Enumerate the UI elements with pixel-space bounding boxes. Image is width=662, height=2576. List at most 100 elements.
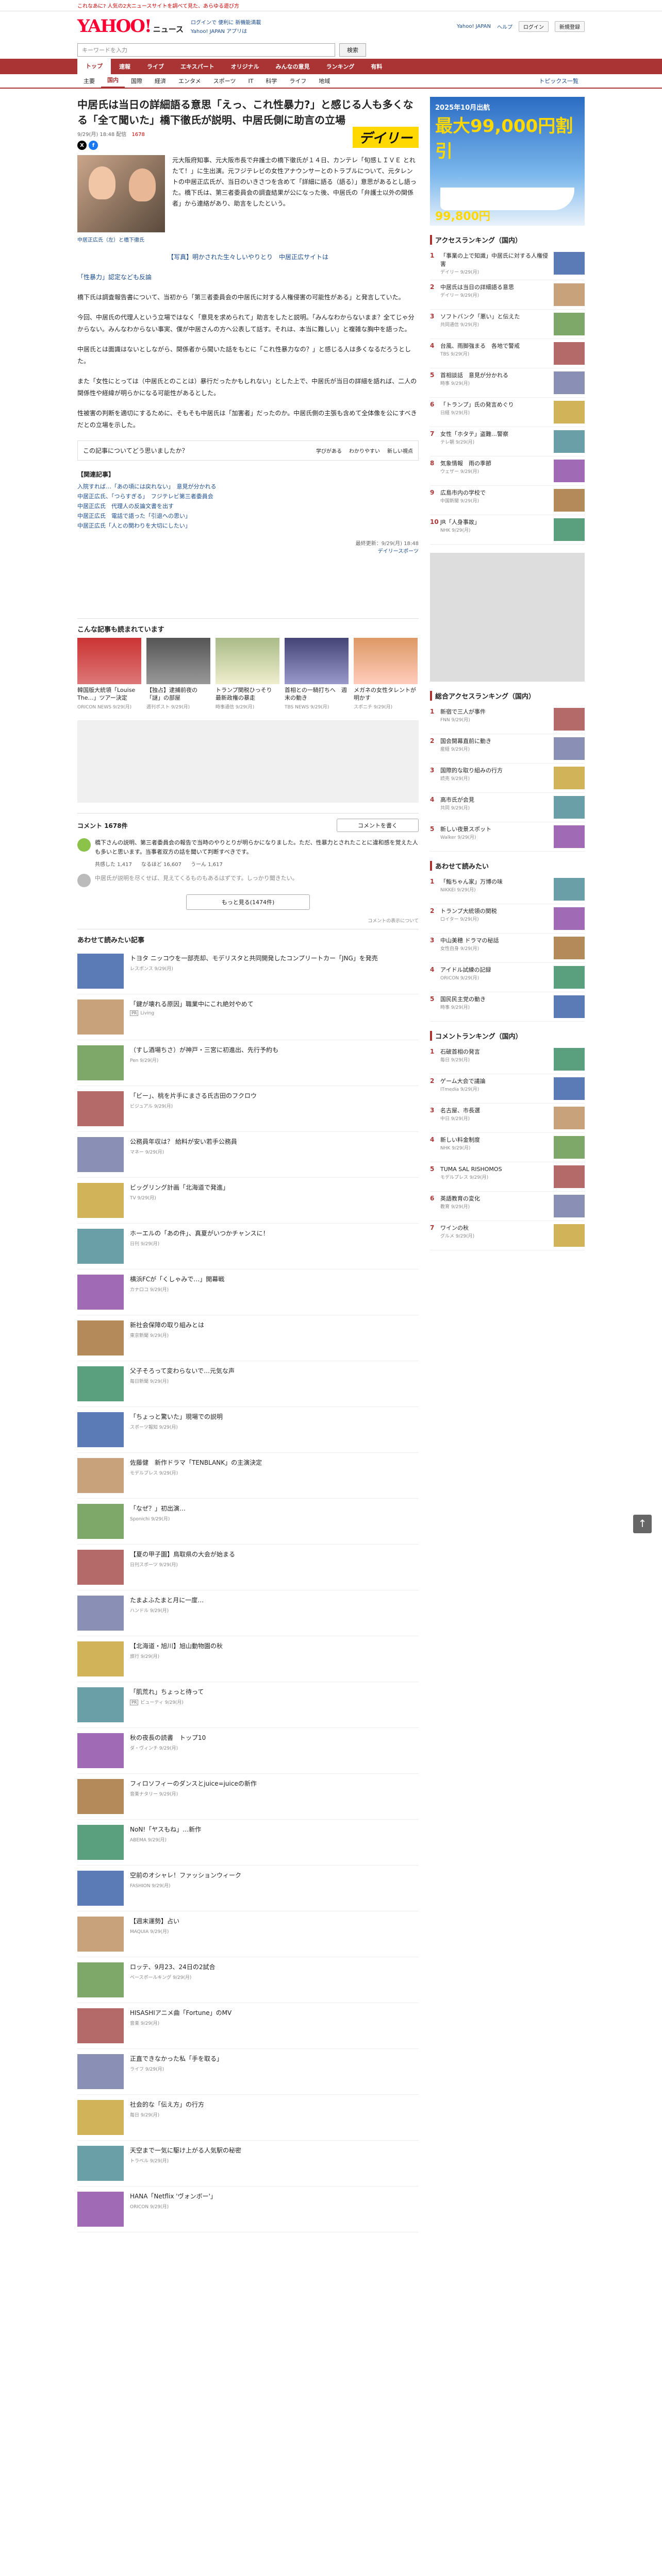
feed-item[interactable]: たまよふたまと月に一度… ハンドル 9/29(月) <box>77 1590 419 1636</box>
feed-item[interactable]: 社会的な「伝え方」の行方 毎日 9/29(月) <box>77 2095 419 2141</box>
cruise-ad[interactable]: 2025年10月出航 最大99,000円割引 99,800円 <box>430 97 585 226</box>
ranking-item[interactable]: 6 英語教育の変化 教育 9/29(月) <box>430 1192 585 1221</box>
ranking-item[interactable]: 3 ソフトバンク「悪い」と伝えた 共同通信 9/29(月) <box>430 310 585 339</box>
login-button[interactable]: ログイン <box>519 21 549 32</box>
feed-item[interactable]: ホーエルの「あの件」、真夏がいつかチャンスに！ 日刊 9/29(月) <box>77 1224 419 1269</box>
ranking-item[interactable]: 2 国会開幕直前に動き 産経 9/29(月) <box>430 734 585 764</box>
react-insight-button[interactable]: なるほど 16,607 <box>141 860 181 868</box>
topics-list-link[interactable]: トピックス一覧 <box>533 77 585 85</box>
gnav-item[interactable]: 速報 <box>111 62 139 71</box>
feed-item[interactable]: 横浜FCが「くしゃみで…」開幕戦 カナロコ 9/29(月) <box>77 1269 419 1315</box>
sub-link[interactable]: 「性暴力」認定なども反論 <box>77 272 419 283</box>
ranking-item[interactable]: 6 「トランプ」氏の発言めぐり 日経 9/29(月) <box>430 398 585 427</box>
yahoo-logo[interactable]: YAHOO! ニュース <box>77 16 184 37</box>
comment-note-link[interactable]: コメントの表示について <box>77 917 419 924</box>
tab-category[interactable]: 国際 <box>125 77 148 85</box>
ranking-item[interactable]: 7 女性「ホタテ」盗難…警察 テレ朝 9/29(月) <box>430 427 585 456</box>
search-input[interactable]: キーワードを入力 <box>77 43 335 57</box>
pickup-card[interactable]: 韓国版大統領「Louise The…」ツアー決定 ORICON NEWS 9/29… <box>77 638 141 710</box>
tab-category[interactable]: ライフ <box>283 77 312 85</box>
related-link[interactable]: 中居正広氏、「つらすぎる」 フジテレビ第三者委員会 <box>77 492 419 501</box>
help-link[interactable]: ヘルプ <box>497 23 512 30</box>
yahoo-top-link[interactable]: Yahoo! JAPAN <box>457 24 491 29</box>
top-notice[interactable]: これなあに? 人気の2大ニュースサイトを調べて見た、あらゆる遊び方 <box>0 0 662 11</box>
facebook-share-icon[interactable]: f <box>89 141 98 150</box>
ranking-item[interactable]: 2 中居氏は当日の詳細語る意思 デイリー 9/29(月) <box>430 280 585 310</box>
tab-domestic[interactable]: 国内 <box>101 74 125 88</box>
article-photo[interactable] <box>77 155 165 232</box>
feed-item[interactable]: 空前のオシャレ！ファッションウィーク FASHION 9/29(月) <box>77 1866 419 1911</box>
related-link[interactable]: 中居正広氏 電話で語った「引退への思い」 <box>77 511 419 521</box>
photo-link[interactable]: 【写真】明かされた生々しいやりとり 中居正広サイトは <box>77 251 419 263</box>
ranking-item[interactable]: 2 ゲーム大会で議論 ITmedia 9/29(月) <box>430 1074 585 1104</box>
gnav-item[interactable]: エキスパート <box>172 62 223 71</box>
ranking-item[interactable]: 9 広島市内の学校で 中国新聞 9/29(月) <box>430 486 585 515</box>
feed-item[interactable]: 【週末運勢】占い MAQUIA 9/29(月) <box>77 1911 419 1957</box>
related-link[interactable]: 中居正広氏「人との関わりを大切にしたい」 <box>77 521 419 531</box>
reaction-learn[interactable]: 学びがある <box>316 447 342 454</box>
tab-category[interactable]: 地域 <box>312 77 336 85</box>
feed-item[interactable]: HANA「Netflix 'ヴォンボー'」 ORICON 9/29(月) <box>77 2187 419 2232</box>
feed-item[interactable]: HISASHIアニメ曲「Fortune」のMV 音楽 9/29(月) <box>77 2003 419 2049</box>
feed-item[interactable]: 父子そろって変わらないで…元気な声 毎日新聞 9/29(月) <box>77 1361 419 1407</box>
ranking-item[interactable]: 1 新宿で三人が事件 FNN 9/29(月) <box>430 705 585 734</box>
ranking-item[interactable]: 5 国民民主党の動き 時事 9/29(月) <box>430 992 585 1022</box>
ranking-item[interactable]: 4 台風、雨脚強まる 各地で警戒 TBS 9/29(月) <box>430 339 585 368</box>
ranking-item[interactable]: 10 JR「人身事故」 NHK 9/29(月) <box>430 515 585 545</box>
feed-item[interactable]: 「なぜ？」初出演… Sponichi 9/29(月) <box>77 1499 419 1545</box>
react-hmm-button[interactable]: うーん 1,617 <box>191 860 223 868</box>
feed-item[interactable]: 「肌荒れ」ちょっと待って PR ビューティ 9/29(月) <box>77 1682 419 1728</box>
ranking-item[interactable]: 3 中山美穂 ドラマの秘話 女性自身 9/29(月) <box>430 934 585 963</box>
ranking-item[interactable]: 1 石破首相の発言 毎日 9/29(月) <box>430 1045 585 1074</box>
feed-item[interactable]: 「鍵が壊れる原因」職業中にこれ絶対やめて PR Living <box>77 994 419 1040</box>
feed-item[interactable]: トヨタ ニッコウを一部売却、モデリスタと共同開発したコンプリートカー「JNG」を… <box>77 948 419 994</box>
feed-item[interactable]: ビッグリング計画「北海道で発進」 TV 9/29(月) <box>77 1178 419 1224</box>
related-link[interactable]: 入院すれば…「あの頃には戻れない」 意見が分かれる <box>77 482 419 492</box>
tab-category[interactable]: エンタメ <box>172 77 207 85</box>
gnav-item[interactable]: オリジナル <box>223 62 268 71</box>
feed-item[interactable]: （すし酒場ちさ）が神戸・三宮に初進出、先行予約も Pen 9/29(月) <box>77 1040 419 1086</box>
ranking-item[interactable]: 5 首相談話 意見が分かれる 時事 9/29(月) <box>430 368 585 398</box>
pickup-card[interactable]: トランプ関税ひっそり 最新政権の暴走 時事通信 9/29(月) <box>216 638 279 710</box>
ranking-item[interactable]: 2 トランプ大統領の関税 ロイター 9/29(月) <box>430 904 585 934</box>
feed-item[interactable]: NoN!「ヤスもね」…新作 ABEMA 9/29(月) <box>77 1820 419 1866</box>
gnav-item[interactable]: みんなの意見 <box>268 62 318 71</box>
feed-item[interactable]: 公務員年収は？ 給料が安い若手公務員 マネー 9/29(月) <box>77 1132 419 1178</box>
page-top-button[interactable]: ↑ <box>633 1515 652 1533</box>
ranking-item[interactable]: 8 気象情報 雨の季節 ウェザー 9/29(月) <box>430 456 585 486</box>
pickup-card[interactable]: 首相との一騎打ちへ 週末の動き TBS NEWS 9/29(月) <box>285 638 349 710</box>
side-ad-banner[interactable] <box>430 553 585 682</box>
more-comments-button[interactable]: もっと見る(1474件) <box>186 894 310 910</box>
ranking-item[interactable]: 4 アイドル試練の記録 ORICON 9/29(月) <box>430 963 585 992</box>
reaction-clear[interactable]: わかりやすい <box>349 447 380 454</box>
pickup-card[interactable]: メガネの女性タレントが明かす スポニチ 9/29(月) <box>354 638 418 710</box>
feed-item[interactable]: 正直できなかった私「手を取る」 ライフ 9/29(月) <box>77 2049 419 2095</box>
feed-item[interactable]: ロッテ、9月23、24日の2試合 ベースボールキング 9/29(月) <box>77 1957 419 2003</box>
feed-item[interactable]: 【夏の甲子園】鳥取県の大会が始まる 日刊スポーツ 9/29(月) <box>77 1545 419 1590</box>
ranking-item[interactable]: 1 「鮨ちゃん家」万博の味 NIKKEI 9/29(月) <box>430 875 585 904</box>
x-share-icon[interactable]: X <box>77 141 87 150</box>
ranking-item[interactable]: 1 「事業の上で知識」中居氏に対する人権侵害 デイリー 9/29(月) <box>430 249 585 280</box>
feed-item[interactable]: フィロソフィーのダンスとjuice=juiceの新作 音楽ナタリー 9/29(月) <box>77 1774 419 1820</box>
feed-item[interactable]: 「ちょっと驚いた」現場での説明 スポーツ報知 9/29(月) <box>77 1407 419 1453</box>
ranking-item[interactable]: 7 ワインの秋 グルメ 9/29(月) <box>430 1221 585 1250</box>
write-comment-button[interactable]: コメントを書く <box>337 819 419 832</box>
tab-main[interactable]: 主要 <box>77 77 101 85</box>
feed-item[interactable]: 新社会保障の取り組みとは 東京新聞 9/29(月) <box>77 1315 419 1361</box>
gnav-item-top[interactable]: トップ <box>77 59 111 74</box>
header-link[interactable]: Yahoo! JAPAN アプリは <box>191 27 261 35</box>
ranking-item[interactable]: 4 新しい料金制度 NHK 9/29(月) <box>430 1133 585 1162</box>
ad-banner[interactable] <box>77 720 419 803</box>
tab-category[interactable]: 経済 <box>148 77 172 85</box>
ranking-item[interactable]: 5 新しい夜景スポット Walker 9/29(月) <box>430 822 585 852</box>
ranking-item[interactable]: 5 TUMA SAL RISHOMOS モデルプレス 9/29(月) <box>430 1162 585 1192</box>
feed-item[interactable]: 佐藤健 新作ドラマ「TENBLANK」の主演決定 モデルプレス 9/29(月) <box>77 1453 419 1499</box>
tab-category[interactable]: 科学 <box>259 77 283 85</box>
pickup-card[interactable]: 【独占】逮捕前夜の「謎」の部屋 週刊ポスト 9/29(月) <box>146 638 210 710</box>
register-button[interactable]: 新規登録 <box>555 21 585 32</box>
source-link[interactable]: デイリースポーツ <box>378 549 419 554</box>
feed-item[interactable]: 【北海道・旭川】旭山動物園の秋 旅行 9/29(月) <box>77 1636 419 1682</box>
tab-category[interactable]: IT <box>242 78 259 84</box>
feed-item[interactable]: 天空まで一気に駆け上がる人気駅の秘密 トラベル 9/29(月) <box>77 2141 419 2187</box>
comment-count[interactable]: 1678 <box>131 132 144 138</box>
